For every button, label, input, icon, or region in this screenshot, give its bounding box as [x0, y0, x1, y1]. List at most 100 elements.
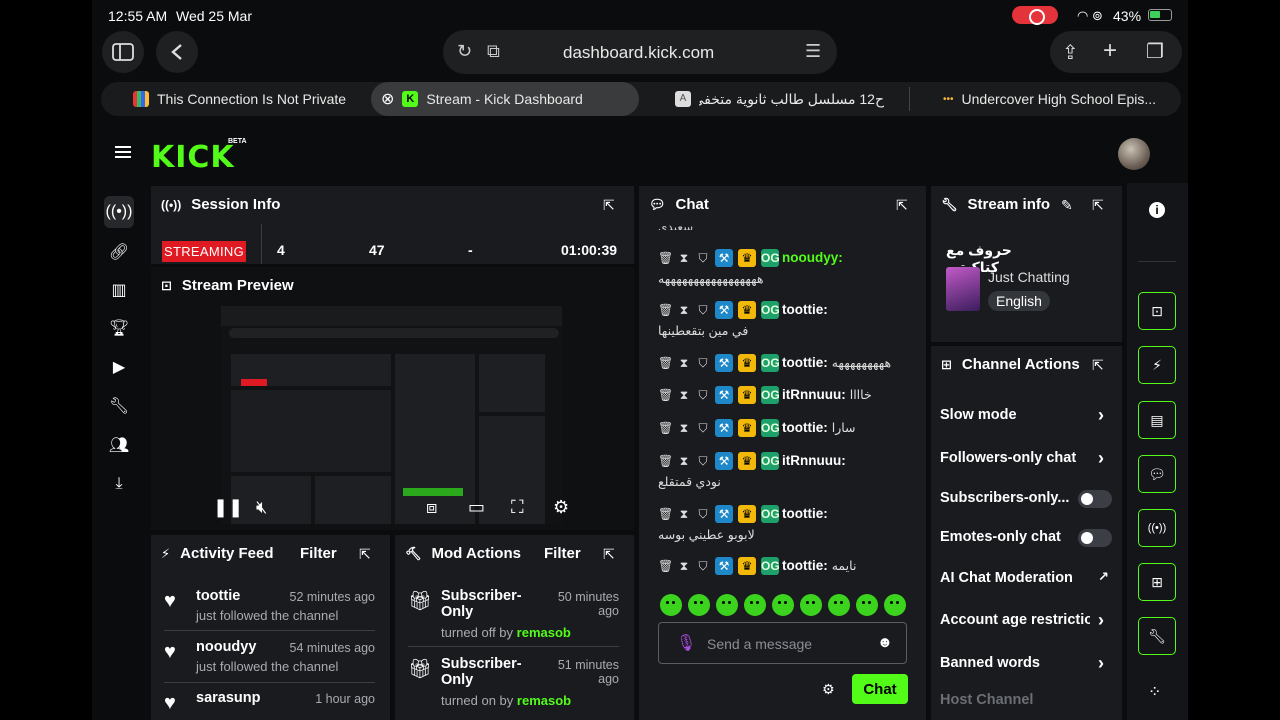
- popout-icon[interactable]: ⇱: [603, 546, 615, 563]
- activity-user[interactable]: toottie: [196, 588, 240, 604]
- reload-icon[interactable]: ↻: [457, 41, 472, 62]
- notes-tool-icon[interactable]: ▤: [1138, 401, 1176, 439]
- kick-logo[interactable]: KICK: [151, 140, 235, 175]
- bolt-tool-icon[interactable]: ⚡︎: [1138, 346, 1176, 384]
- chat-username[interactable]: toottie:: [782, 558, 828, 573]
- emote-icon[interactable]: [716, 594, 738, 616]
- popout-icon[interactable]: ⇱: [603, 197, 615, 214]
- emote-icon[interactable]: [688, 594, 710, 616]
- chevron-right-icon[interactable]: ›: [1098, 653, 1104, 674]
- timeout-icon[interactable]: ⧗: [677, 559, 691, 574]
- category-name[interactable]: Just Chatting: [988, 269, 1070, 285]
- activity-user[interactable]: sarasunp: [196, 690, 260, 706]
- emote-icon[interactable]: [884, 594, 906, 616]
- address-bar[interactable]: ↻ ⧉ dashboard.kick.com ☰: [443, 30, 837, 74]
- delete-icon[interactable]: 🗑︎: [658, 421, 673, 435]
- chat-username[interactable]: toottie:: [782, 302, 828, 317]
- tab-kick-dashboard[interactable]: ⊗ K Stream - Kick Dashboard: [371, 82, 639, 116]
- timeout-icon[interactable]: ⧗: [677, 356, 691, 371]
- delete-icon[interactable]: 🗑︎: [658, 559, 673, 573]
- trophy-icon[interactable]: 🏆︎: [104, 312, 134, 344]
- popout-icon[interactable]: ⇱: [359, 546, 371, 563]
- delete-icon[interactable]: 🗑︎: [658, 356, 673, 370]
- chevron-right-icon[interactable]: ›: [1098, 610, 1104, 631]
- timeout-icon[interactable]: ⧗: [677, 251, 691, 266]
- reader-icon[interactable]: ⧉: [487, 41, 500, 62]
- banned-words-item[interactable]: Banned words: [940, 655, 1040, 671]
- stream-preview-video[interactable]: [221, 306, 562, 524]
- emote-icon[interactable]: [772, 594, 794, 616]
- emoji-icon[interactable]: ☻: [877, 634, 893, 651]
- edit-icon[interactable]: ✎: [1061, 197, 1073, 214]
- delete-icon[interactable]: 🗑︎: [658, 303, 673, 317]
- emote-icon[interactable]: [828, 594, 850, 616]
- account-age-item[interactable]: Account age restrictio: [940, 612, 1090, 628]
- analytics-icon[interactable]: ▥: [104, 274, 134, 306]
- chat-settings-icon[interactable]: ⚙: [822, 681, 835, 698]
- mod-user[interactable]: remasob: [517, 625, 571, 640]
- chevron-right-icon[interactable]: ›: [1098, 448, 1104, 469]
- mute-icon[interactable]: 🔇︎: [256, 497, 267, 518]
- delete-icon[interactable]: 🗑︎: [658, 251, 673, 265]
- category-thumbnail[interactable]: [946, 267, 980, 311]
- chat-tool-icon[interactable]: 💬︎: [1138, 455, 1176, 493]
- sidebar-toggle-icon[interactable]: [102, 31, 144, 73]
- download-icon[interactable]: ⤓: [104, 468, 134, 500]
- microphone-icon[interactable]: 🎙︎: [676, 633, 696, 653]
- info-icon[interactable]: i: [1149, 202, 1165, 218]
- mod-user[interactable]: remasob: [517, 693, 571, 708]
- popout-icon[interactable]: ⇱: [1092, 197, 1104, 214]
- followers-only-item[interactable]: Followers-only chat: [940, 450, 1076, 466]
- chat-username[interactable]: toottie:: [782, 355, 828, 370]
- chat-username[interactable]: itRnnuuu:: [782, 387, 846, 402]
- timeout-icon[interactable]: ⧗: [677, 454, 691, 469]
- fullscreen-icon[interactable]: ⛶: [511, 497, 524, 518]
- new-tab-icon[interactable]: +: [1103, 37, 1117, 65]
- preview-tool-icon[interactable]: ⊡: [1138, 292, 1176, 330]
- video-icon[interactable]: ▶: [104, 351, 134, 383]
- chat-username[interactable]: toottie:: [782, 506, 828, 521]
- wrench-tool-icon[interactable]: 🔧︎: [1138, 617, 1176, 655]
- delete-icon[interactable]: 🗑︎: [658, 388, 673, 402]
- activity-filter-button[interactable]: Filter: [300, 545, 337, 562]
- pip-icon[interactable]: ⧈: [426, 497, 437, 518]
- timeout-icon[interactable]: ⧗: [677, 388, 691, 403]
- ai-moderation-item[interactable]: AI Chat Moderation: [940, 570, 1073, 586]
- more-tools-icon[interactable]: ⁘: [1148, 682, 1161, 702]
- external-link-icon[interactable]: ↗: [1098, 569, 1109, 585]
- community-icon[interactable]: 👥︎: [104, 429, 134, 461]
- host-channel-item[interactable]: Host Channel: [940, 692, 1033, 708]
- back-icon[interactable]: [156, 31, 198, 73]
- mod-filter-button[interactable]: Filter: [544, 545, 581, 562]
- chat-username[interactable]: toottie:: [782, 420, 828, 435]
- tab-arabic-series[interactable]: A ح12 مسلسل طالب ثانوية متخفي الـ...: [675, 82, 895, 116]
- page-menu-icon[interactable]: ☰: [805, 41, 821, 62]
- chat-username[interactable]: itRnnuuu:: [782, 453, 846, 468]
- close-tab-icon[interactable]: ⊗: [381, 89, 394, 109]
- delete-icon[interactable]: 🗑︎: [658, 507, 673, 521]
- chevron-right-icon[interactable]: ›: [1098, 405, 1104, 426]
- menu-icon[interactable]: [115, 146, 131, 148]
- delete-icon[interactable]: 🗑︎: [658, 454, 673, 468]
- emote-icon[interactable]: [856, 594, 878, 616]
- share-icon[interactable]: ⇪: [1062, 40, 1079, 65]
- timeout-icon[interactable]: ⧗: [677, 303, 691, 318]
- timeout-icon[interactable]: ⧗: [677, 507, 691, 522]
- user-avatar[interactable]: [1118, 138, 1150, 170]
- tabs-overview-icon[interactable]: ❐: [1146, 39, 1164, 64]
- tab-not-private[interactable]: This Connection Is Not Private: [133, 82, 346, 116]
- broadcast-tool-icon[interactable]: ((•)): [1138, 509, 1176, 547]
- popout-icon[interactable]: ⇱: [896, 197, 908, 214]
- broadcast-icon[interactable]: ((•)): [104, 196, 134, 228]
- chat-username[interactable]: nooudyy:: [782, 250, 843, 265]
- actions-tool-icon[interactable]: ⊞: [1138, 563, 1176, 601]
- emotes-only-toggle[interactable]: [1078, 529, 1112, 547]
- emote-icon[interactable]: [800, 594, 822, 616]
- slow-mode-item[interactable]: Slow mode: [940, 407, 1017, 423]
- wrench-icon[interactable]: 🔧︎: [104, 390, 134, 422]
- chat-input[interactable]: 🎙︎ Send a message ☻: [658, 622, 907, 664]
- activity-user[interactable]: nooudyy: [196, 639, 256, 655]
- emote-icon[interactable]: [660, 594, 682, 616]
- timeout-icon[interactable]: ⧗: [677, 421, 691, 436]
- settings-icon[interactable]: ⚙: [553, 497, 569, 518]
